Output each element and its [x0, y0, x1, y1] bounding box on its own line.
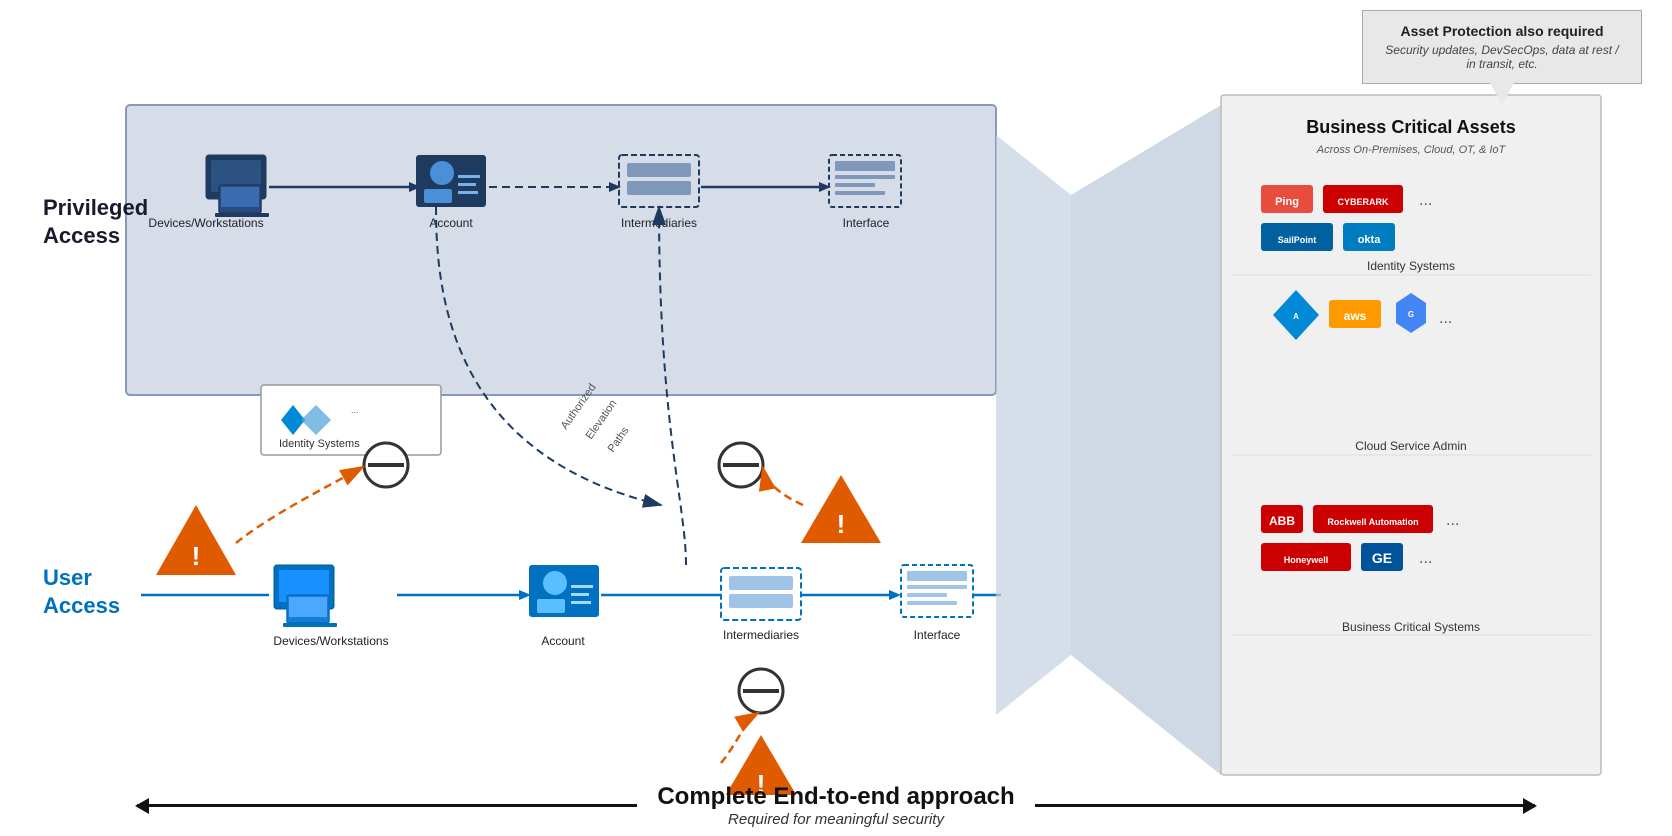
user-arrow4: [889, 590, 901, 600]
user-devices-icon: [274, 565, 337, 627]
perspective-left: [996, 135, 1071, 715]
callout-title: Asset Protection also required: [1379, 23, 1625, 39]
user-account-icon: [529, 565, 599, 617]
privileged-access-label2: Access: [43, 223, 120, 248]
callout-subtitle: Security updates, DevSecOps, data at res…: [1379, 43, 1625, 71]
privileged-access-label: Privileged: [43, 195, 148, 220]
identity-section-label: Identity Systems: [1367, 259, 1455, 273]
warn-mid-excl: !: [837, 509, 846, 539]
user-interface-icon: [901, 565, 973, 617]
honeywell-logo: Honeywell: [1284, 555, 1329, 565]
ping-logo: Ping: [1275, 196, 1299, 208]
okta-logo: okta: [1358, 234, 1382, 246]
bca-subtitle-text: Across On-Premises, Cloud, OT, & IoT: [1316, 144, 1507, 156]
bcs-section-label: Business Critical Systems: [1342, 620, 1480, 634]
user-account-label: Account: [541, 634, 585, 648]
user-access-label2: Access: [43, 593, 120, 618]
cloud-section-label: Cloud Service Admin: [1355, 439, 1466, 453]
id-more: ...: [1419, 192, 1432, 209]
bottom-title: Complete End-to-end approach: [657, 783, 1014, 811]
right-arrow: [1035, 804, 1535, 807]
cloud-more: ...: [1439, 310, 1452, 327]
warn-left-excl: !: [192, 541, 201, 571]
rockwell-logo: Rockwell Automation: [1327, 517, 1418, 527]
diagram-svg: Privileged Access User Access Devices/Wo…: [0, 75, 1672, 795]
user-devices-label: Devices/Workstations: [273, 634, 388, 648]
bottom-section: Complete End-to-end approach Required fo…: [20, 779, 1652, 828]
identity-label: Identity Systems: [279, 438, 360, 450]
priv-devices-label: Devices/Workstations: [148, 216, 263, 230]
cyberark-logo: CYBERARK: [1337, 197, 1389, 207]
priv-interface-label: Interface: [843, 216, 890, 230]
identity-dots: ...: [351, 405, 359, 415]
bottom-subtitle: Required for meaningful security: [657, 811, 1014, 828]
arrow-row: Complete End-to-end approach Required fo…: [20, 783, 1652, 828]
azure-logo-text: A: [1293, 312, 1299, 321]
privileged-box: [126, 105, 996, 395]
user-interface-label: Interface: [914, 628, 961, 642]
sailpoint-logo: SailPoint: [1278, 235, 1317, 245]
warn-arrow-mid: [763, 468, 803, 505]
priv-account-icon: [416, 155, 486, 207]
user-access-label: User: [43, 565, 92, 590]
user-intermediaries-label: Intermediaries: [723, 628, 799, 642]
asset-callout: Asset Protection also required Security …: [1362, 10, 1642, 84]
warn-arrow-left: [236, 467, 363, 543]
abb-logo: ABB: [1269, 514, 1295, 528]
perspective-right: [1071, 105, 1221, 775]
elevation-label3: Paths: [606, 424, 632, 454]
bcs-more1: ...: [1446, 512, 1459, 529]
bca-title-text: Business Critical Assets: [1306, 117, 1515, 137]
main-container: Asset Protection also required Security …: [0, 0, 1672, 836]
aws-logo: aws: [1344, 309, 1367, 323]
left-arrow: [137, 804, 637, 807]
gcp-logo-text: G: [1408, 310, 1414, 319]
ge-logo: GE: [1372, 550, 1392, 566]
bcs-more2: ...: [1419, 550, 1432, 567]
